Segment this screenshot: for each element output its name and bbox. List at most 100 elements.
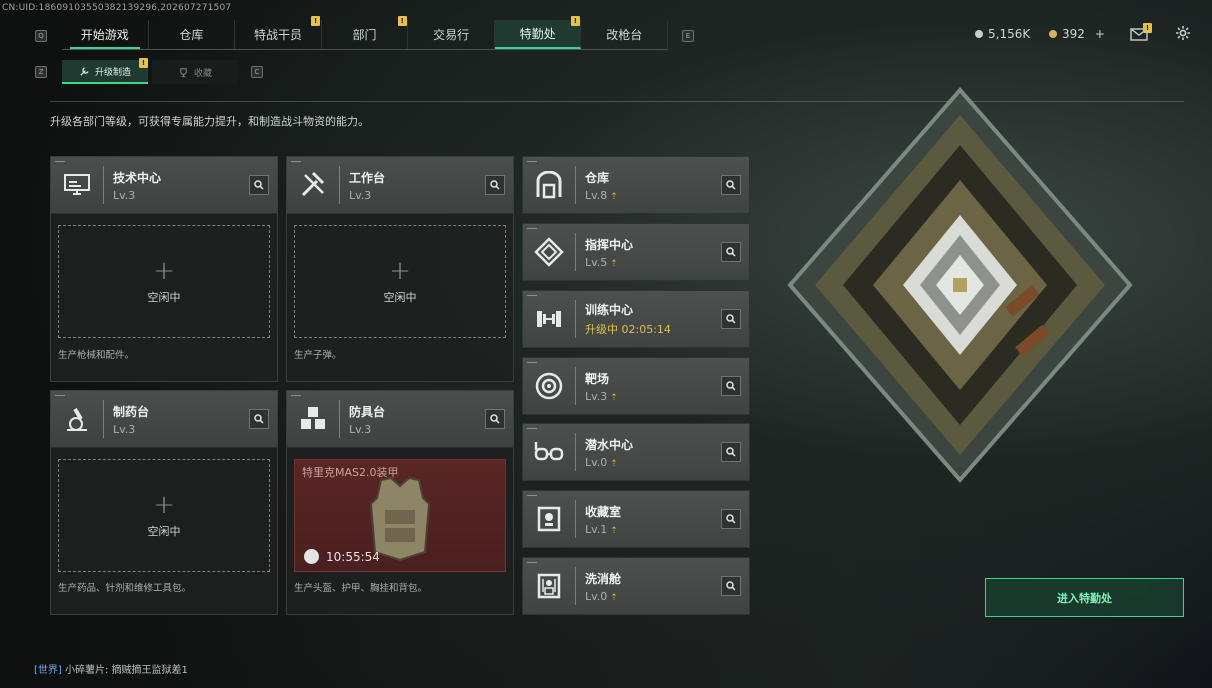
tab-label: 特勤处 [519,27,556,41]
pharmacy-card[interactable]: 制药台 Lv.3 + 空闲中 生产药品、针剂和维修工具包。 [50,390,278,615]
workbench-card[interactable]: 工作台 Lv.3 + 空闲中 生产子弹。 [286,156,514,382]
tab-department[interactable]: 部门! [322,16,409,49]
inspect-button[interactable] [485,409,505,429]
tech-center-card[interactable]: 技术中心 Lv.3 + 空闲中 生产枪械和配件。 [50,156,278,382]
plus-icon: + [153,489,175,520]
search-icon [726,247,736,257]
tab-trading[interactable]: 交易行 [408,20,495,49]
add-currency-button[interactable]: + [1095,27,1105,41]
subnav-prev-key-hint[interactable]: Z [35,66,47,78]
inspect-button[interactable] [721,175,741,195]
upgrade-arrow-icon: ⇡ [610,191,618,202]
chat-channel: [世界] [34,665,62,676]
display-case-icon [523,491,575,547]
silver-currency: 5,156K [975,27,1030,41]
inspect-button[interactable] [249,409,269,429]
alert-badge: ! [1143,23,1152,33]
facility-training-center[interactable]: 训练中心 升级中 02:05:14 [522,290,750,348]
facility-collection-room[interactable]: 收藏室 Lv.1 ⇡ [522,490,750,548]
enter-special-ops-button[interactable]: 进入特勤处 [985,578,1184,617]
tab-label: 改枪台 [606,28,643,42]
tab-label: 交易行 [433,28,470,42]
inspect-button[interactable] [721,376,741,396]
subtab-label: 升级制造 [94,67,131,78]
inspect-button[interactable] [721,509,741,529]
facility-decontamination[interactable]: 洗消舱 Lv.0 ⇡ [522,557,750,615]
trophy-icon [180,67,187,77]
craft-slot-empty[interactable]: + 空闲中 [58,459,270,572]
gold-currency[interactable]: 392 + [1049,27,1105,41]
upgrade-arrow-icon: ⇡ [610,592,618,603]
facility-diving-center[interactable]: 潜水中心 Lv.0 ⇡ [522,423,750,481]
tab-label: 部门 [352,28,377,42]
craft-slot-empty[interactable]: + 空闲中 [58,225,270,338]
alert-badge: ! [397,16,407,26]
cubes-icon [287,391,339,447]
dumbbell-icon [523,291,575,347]
facility-command-center[interactable]: 指挥中心 Lv.5 ⇡ [522,223,750,281]
settings-button[interactable] [1175,25,1191,45]
alert-badge: ! [570,16,580,26]
card-description: 生产枪械和配件。 [58,350,135,361]
wrench-icon [80,66,89,76]
nav-next-key-hint[interactable]: E [682,30,694,42]
inspect-button[interactable] [721,576,741,596]
inspect-button[interactable] [721,442,741,462]
microscope-icon [51,391,103,447]
level-text: Lv.8 [585,188,608,202]
facility-shooting-range[interactable]: 靶场 Lv.3 ⇡ [522,357,750,415]
card-header: 制药台 Lv.3 [51,391,277,448]
subtab-upgrade-craft[interactable]: 升级制造 ! [62,58,148,84]
tab-start-game[interactable]: 开始游戏 [62,20,149,49]
gear-icon [1176,26,1190,40]
monitor-icon [51,157,103,213]
search-icon [726,314,736,324]
card-header: 防具台 Lv.3 [287,391,513,448]
chat-user: 小碎薯片: [65,665,109,676]
upgrade-arrow-icon: ⇡ [610,525,618,536]
silver-amount: 5,156K [988,27,1031,41]
level-text: Lv.1 [585,522,608,536]
search-icon [726,447,736,457]
page-description: 升级各部门等级，可获得专属能力提升，和制造战斗物资的能力。 [50,115,369,128]
craft-slot-in-progress[interactable]: 特里克MAS2.0装甲 10:55:54 [294,459,506,572]
tab-special-ops[interactable]: 特勤处! [494,16,582,49]
subnav-next-key-hint[interactable]: C [251,66,263,78]
target-icon [523,358,575,414]
tab-operators[interactable]: 特战干员! [235,16,322,49]
sub-nav: 升级制造 ! 收藏 [62,58,238,84]
nav-prev-key-hint[interactable]: Q [35,30,47,42]
tab-gunsmith[interactable]: 改枪台 [581,20,669,49]
chat-line[interactable]: [世界] 小碎薯片: 摘贼摘王监狱差1 [34,661,188,676]
search-icon [726,514,736,524]
armor-bench-card[interactable]: 防具台 Lv.3 特里克MAS2.0装甲 10:55:54 生产头盔、护甲、胸挂… [286,390,514,615]
facility-warehouse[interactable]: 仓库 Lv.8 ⇡ [522,156,750,214]
chat-message: 摘贼摘王监狱差1 [111,665,188,676]
level-text: Lv.3 [585,389,608,403]
alert-badge: ! [311,16,321,26]
card-description: 生产药品、针剂和维修工具包。 [58,583,192,594]
tab-label: 开始游戏 [80,28,129,42]
uid-label: CN:UID:18609103550382139296,202607271507 [2,3,232,13]
silver-coin-icon [975,30,983,38]
mail-button[interactable]: ! [1130,23,1152,45]
inspect-button[interactable] [721,309,741,329]
alert-badge: ! [139,58,148,68]
search-icon [254,414,264,424]
level-text: Lv.0 [585,455,608,469]
inspect-button[interactable] [485,175,505,195]
subtab-collection[interactable]: 收藏 [152,60,238,84]
idle-status: 空闲中 [147,524,181,538]
craft-slot-empty[interactable]: + 空闲中 [294,225,506,338]
upgrade-arrow-icon: ⇡ [610,258,618,269]
inspect-button[interactable] [721,242,741,262]
main-nav: 开始游戏 仓库 特战干员! 部门! 交易行 特勤处! 改枪台 [62,16,669,50]
search-icon [490,180,500,190]
plus-icon: + [153,255,175,286]
tab-label: 仓库 [179,28,204,42]
tab-warehouse[interactable]: 仓库 [149,20,236,49]
decon-chamber-icon [523,558,575,614]
idle-status: 空闲中 [147,290,181,304]
craft-timer: 10:55:54 [326,550,380,564]
inspect-button[interactable] [249,175,269,195]
